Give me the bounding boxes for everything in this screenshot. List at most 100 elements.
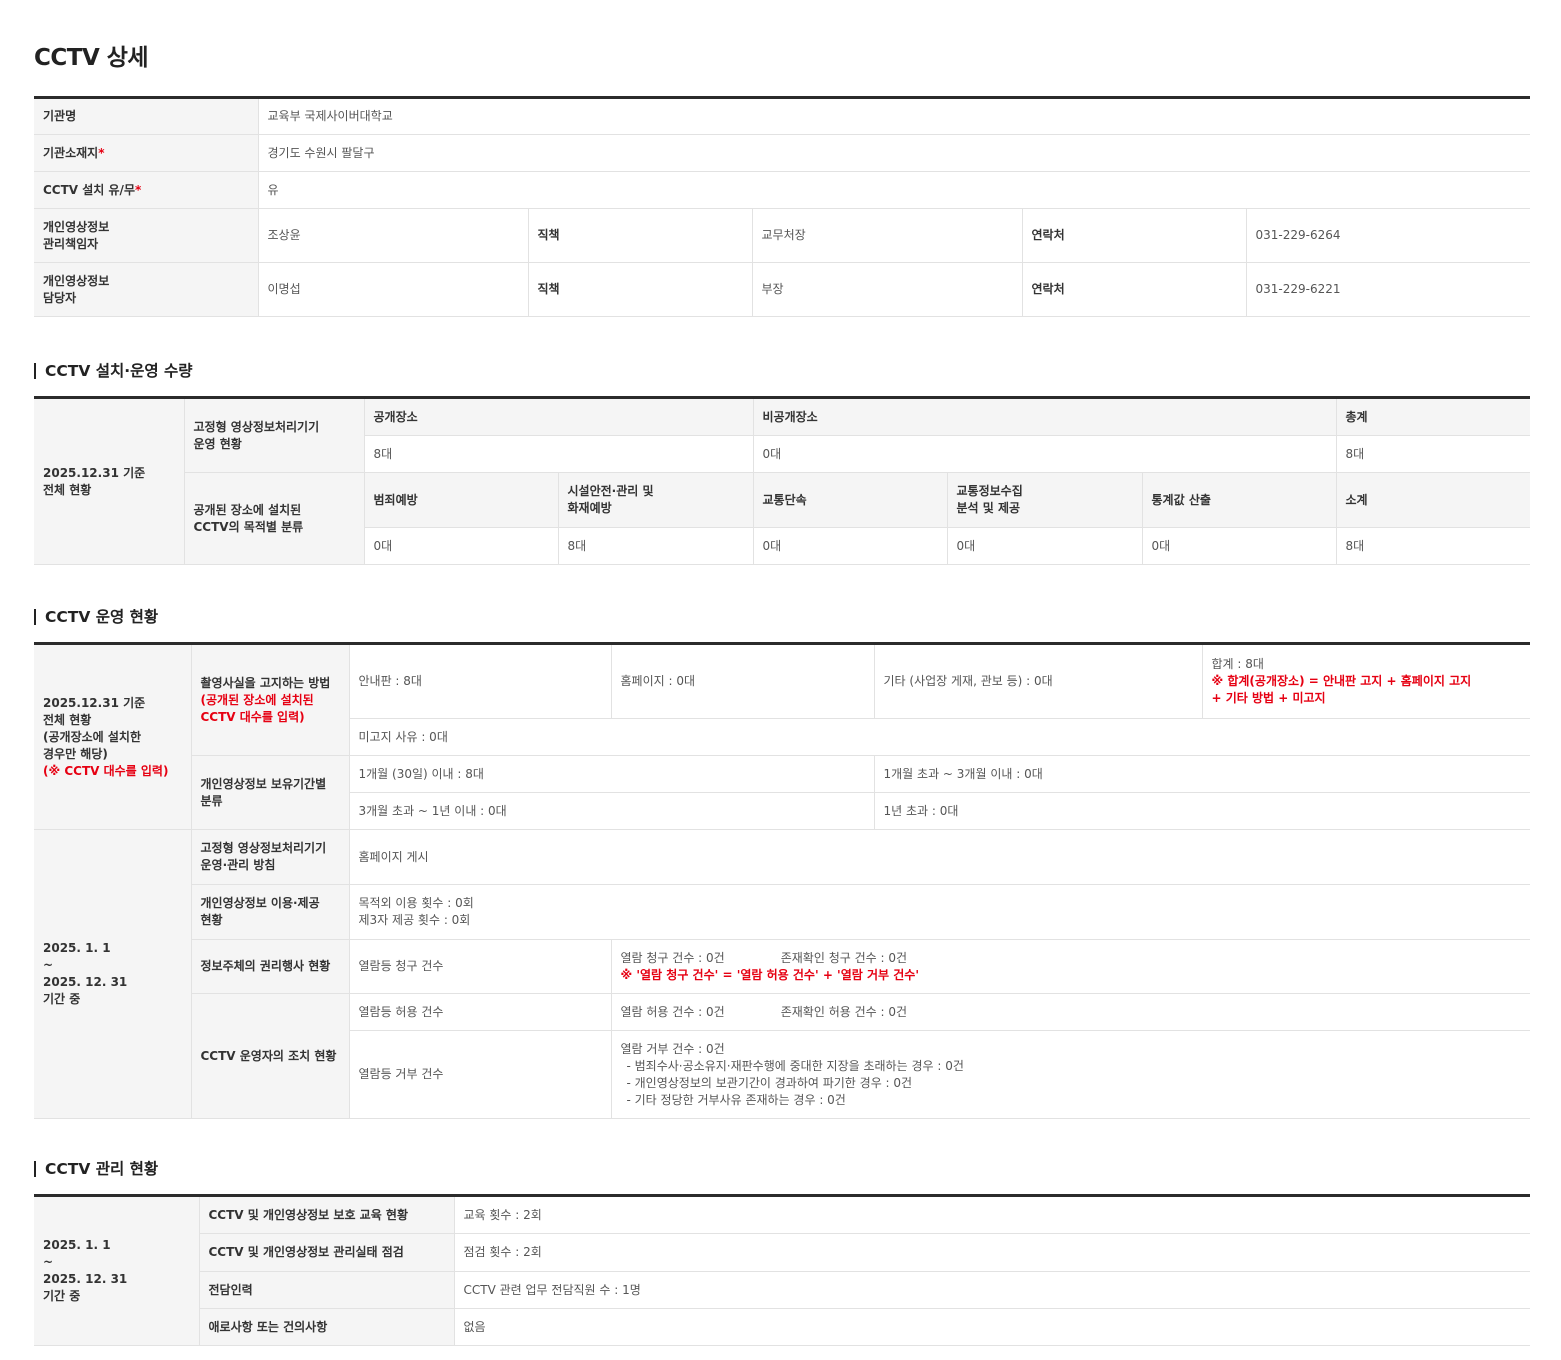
purpose-traffic-info-label: 교통정보수집 분석 및 제공 <box>947 472 1143 528</box>
table-row: 2025.12.31 기준 전체 현황 (공개장소에 설치한 경우만 해당) (※ CC… <box>34 643 1530 830</box>
total-label: 총계 <box>1336 397 1531 436</box>
purpose-stats-value: 0대 <box>1142 527 1337 565</box>
required-mark: * <box>98 145 105 160</box>
suggestions-label: 애로사항 또는 건의사항 <box>199 1308 455 1346</box>
table-row: 2025. 1. 1 ~2025. 12. 31 기간 중 CCTV 및 개인영상정… <box>34 1195 1530 1346</box>
notify-total-value: 합계 : 8대 ※ 합계(공개장소) = 안내판 고지 + 홈페이지 고지 + 기타… <box>1202 643 1530 719</box>
staff-contact-label: 연락처 <box>1022 262 1247 317</box>
install-date-label: 2025.12.31 기준 전체 현황 <box>34 397 185 565</box>
manager-label: 개인영상정보 관리책임자 <box>34 208 259 263</box>
rights-label: 정보주체의 권리행사 현황 <box>191 939 350 994</box>
install-table: 2025.12.31 기준 전체 현황 고정형 영상정보처리기기 운영 현황 공개장… <box>34 396 1531 565</box>
notify-other-value: 기타 (사업장 게재, 관보 등) : 0대 <box>874 643 1203 719</box>
nonpublic-place-label: 비공개장소 <box>753 397 1337 436</box>
retention-3mto1y-value: 3개월 초과 ~ 1년 이내 : 0대 <box>349 792 875 830</box>
manager-contact: 031-229-6264 <box>1246 208 1531 263</box>
fixed-device-label: 고정형 영상정보처리기기 운영 현황 <box>184 397 365 473</box>
page-title: CCTV 상세 <box>34 45 149 71</box>
staff-contact: 031-229-6221 <box>1246 262 1531 317</box>
rights-request-value: 열람 청구 건수 : 0건 존재확인 청구 건수 : 0건 ※ '열람 청구 건수… <box>611 939 1530 994</box>
action-label: CCTV 운영자의 조치 현황 <box>191 993 350 1119</box>
operation-table: 2025.12.31 기준 전체 현황 (공개장소에 설치한 경우만 해당) (※ CC… <box>34 642 1530 1119</box>
install-section-title: CCTV 설치·운영 수량 <box>34 363 193 379</box>
dedicated-staff-value: CCTV 관련 업무 전담직원 수 : 1명 <box>454 1271 1530 1309</box>
public-place-label: 공개장소 <box>364 397 754 436</box>
allow-label: 열람등 허용 건수 <box>349 993 612 1031</box>
purpose-safety-label: 시설안전·관리 및 화재예방 <box>558 472 754 528</box>
install-value: 유 <box>258 171 1531 209</box>
location-value: 경기도 수원시 팔달구 <box>258 134 1531 172</box>
period-date-label: 2025. 1. 1 ~2025. 12. 31 기간 중 <box>34 829 192 1119</box>
retention-1to3m-value: 1개월 초과 ~ 3개월 이내 : 0대 <box>874 755 1530 793</box>
table-row: CCTV 설치 유/무* 유 <box>34 171 1531 209</box>
purpose-traffic-label: 교통단속 <box>753 472 948 528</box>
table-row: 개인영상정보 보유기간별 분류 1개월 (30일) 이내 : 8대 1개월 초과 … <box>34 755 1530 830</box>
public-place-value: 8대 <box>364 435 754 473</box>
manager-name: 조상윤 <box>258 208 529 263</box>
operation-date-note: (※ CCTV 대수를 입력) <box>43 763 169 778</box>
policy-label: 고정형 영상정보처리기기 운영·관리 방침 <box>191 829 350 885</box>
retention-label: 개인영상정보 보유기간별 분류 <box>191 755 350 830</box>
policy-value: 홈페이지 게시 <box>349 829 1530 885</box>
total-value: 8대 <box>1336 435 1531 473</box>
manager-contact-label: 연락처 <box>1022 208 1247 263</box>
table-row: 공개된 장소에 설치된 CCTV의 목적별 분류 범죄예방 시설안전·관리 및 화재… <box>34 472 1531 565</box>
purpose-traffic-value: 0대 <box>753 527 948 565</box>
staff-name: 이명섭 <box>258 262 529 317</box>
retention-over1y-value: 1년 초과 : 0대 <box>874 792 1530 830</box>
basic-info-table: 기관명 교육부 국제사이버대학교 기관소재지* 경기도 수원시 팔달구 CCTV… <box>34 96 1531 317</box>
use-provide-value: 목적외 이용 횟수 : 0회 제3자 제공 횟수 : 0회 <box>349 884 1530 940</box>
notify-method-label: 촬영사실을 고지하는 방법 (공개된 장소에 설치된 CCTV 대수를 입력) <box>191 643 350 756</box>
retention-1m-value: 1개월 (30일) 이내 : 8대 <box>349 755 875 793</box>
operation-section-title: CCTV 운영 현황 <box>34 609 158 625</box>
deny-label: 열람등 거부 건수 <box>349 1030 612 1119</box>
management-table: 2025. 1. 1 ~2025. 12. 31 기간 중 CCTV 및 개인영상정… <box>34 1194 1530 1346</box>
table-row: 개인영상정보 이용·제공 현황 목적외 이용 횟수 : 0회 제3자 제공 횟수 :… <box>34 884 1530 940</box>
table-row: 개인영상정보 담당자 이명섭 직책 부장 연락처 031-229-6221 <box>34 262 1531 317</box>
purpose-crime-value: 0대 <box>364 527 559 565</box>
nonpublic-place-value: 0대 <box>753 435 1337 473</box>
table-row: 기관명 교육부 국제사이버대학교 <box>34 97 1531 135</box>
agency-value: 교육부 국제사이버대학교 <box>258 97 1531 135</box>
purpose-label: 공개된 장소에 설치된 CCTV의 목적별 분류 <box>184 472 365 565</box>
management-date-label: 2025. 1. 1 ~2025. 12. 31 기간 중 <box>34 1195 200 1346</box>
rights-request-label: 열람등 청구 건수 <box>349 939 612 994</box>
table-row: 애로사항 또는 건의사항 없음 <box>34 1308 1530 1346</box>
table-row: CCTV 및 개인영상정보 관리실태 점검 점검 횟수 : 2회 <box>34 1233 1530 1272</box>
manager-position-label: 직책 <box>528 208 753 263</box>
purpose-crime-label: 범죄예방 <box>364 472 559 528</box>
required-mark: * <box>135 182 142 197</box>
suggestions-value: 없음 <box>454 1308 1530 1346</box>
table-row: 2025.12.31 기준 전체 현황 고정형 영상정보처리기기 운영 현황 공개장… <box>34 397 1531 565</box>
rights-note: ※ '열람 청구 건수' = '열람 허용 건수' + '열람 거부 건수' <box>620 967 920 982</box>
staff-position-label: 직책 <box>528 262 753 317</box>
table-row: 전담인력 CCTV 관련 업무 전담직원 수 : 1명 <box>34 1271 1530 1309</box>
location-label: 기관소재지* <box>34 134 259 172</box>
agency-label: 기관명 <box>34 97 259 135</box>
notify-total-note: ※ 합계(공개장소) = 안내판 고지 + 홈페이지 고지 <box>1211 674 1472 688</box>
manager-position: 교무처장 <box>752 208 1023 263</box>
inspection-value: 점검 횟수 : 2회 <box>454 1233 1530 1272</box>
education-value: 교육 횟수 : 2회 <box>454 1195 1530 1234</box>
table-row: 2025. 1. 1 ~2025. 12. 31 기간 중 고정형 영상정보처리기기… <box>34 829 1530 1119</box>
dedicated-staff-label: 전담인력 <box>199 1271 455 1309</box>
staff-label: 개인영상정보 담당자 <box>34 262 259 317</box>
install-label: CCTV 설치 유/무* <box>34 171 259 209</box>
table-row: 개인영상정보 관리책임자 조상윤 직책 교무처장 연락처 031-229-6264 <box>34 208 1531 263</box>
notify-homepage-value: 홈페이지 : 0대 <box>611 643 875 719</box>
education-label: CCTV 및 개인영상정보 보호 교육 현황 <box>199 1195 455 1234</box>
table-row: CCTV 운영자의 조치 현황 열람등 허용 건수 열람 허용 건수 : 0건 존… <box>34 993 1530 1119</box>
purpose-subtotal-label: 소계 <box>1336 472 1531 528</box>
staff-position: 부장 <box>752 262 1023 317</box>
purpose-traffic-info-value: 0대 <box>947 527 1143 565</box>
purpose-safety-value: 8대 <box>558 527 754 565</box>
purpose-subtotal-value: 8대 <box>1336 527 1531 565</box>
notify-reason-value: 미고지 사유 : 0대 <box>349 718 1530 756</box>
purpose-stats-label: 통계값 산출 <box>1142 472 1337 528</box>
inspection-label: CCTV 및 개인영상정보 관리실태 점검 <box>199 1233 455 1272</box>
allow-value: 열람 허용 건수 : 0건 존재확인 허용 건수 : 0건 <box>611 993 1530 1031</box>
notify-sign-value: 안내판 : 8대 <box>349 643 612 719</box>
use-provide-label: 개인영상정보 이용·제공 현황 <box>191 884 350 940</box>
operation-date-label: 2025.12.31 기준 전체 현황 (공개장소에 설치한 경우만 해당) (※ CC… <box>34 643 192 830</box>
management-section-title: CCTV 관리 현황 <box>34 1161 158 1177</box>
